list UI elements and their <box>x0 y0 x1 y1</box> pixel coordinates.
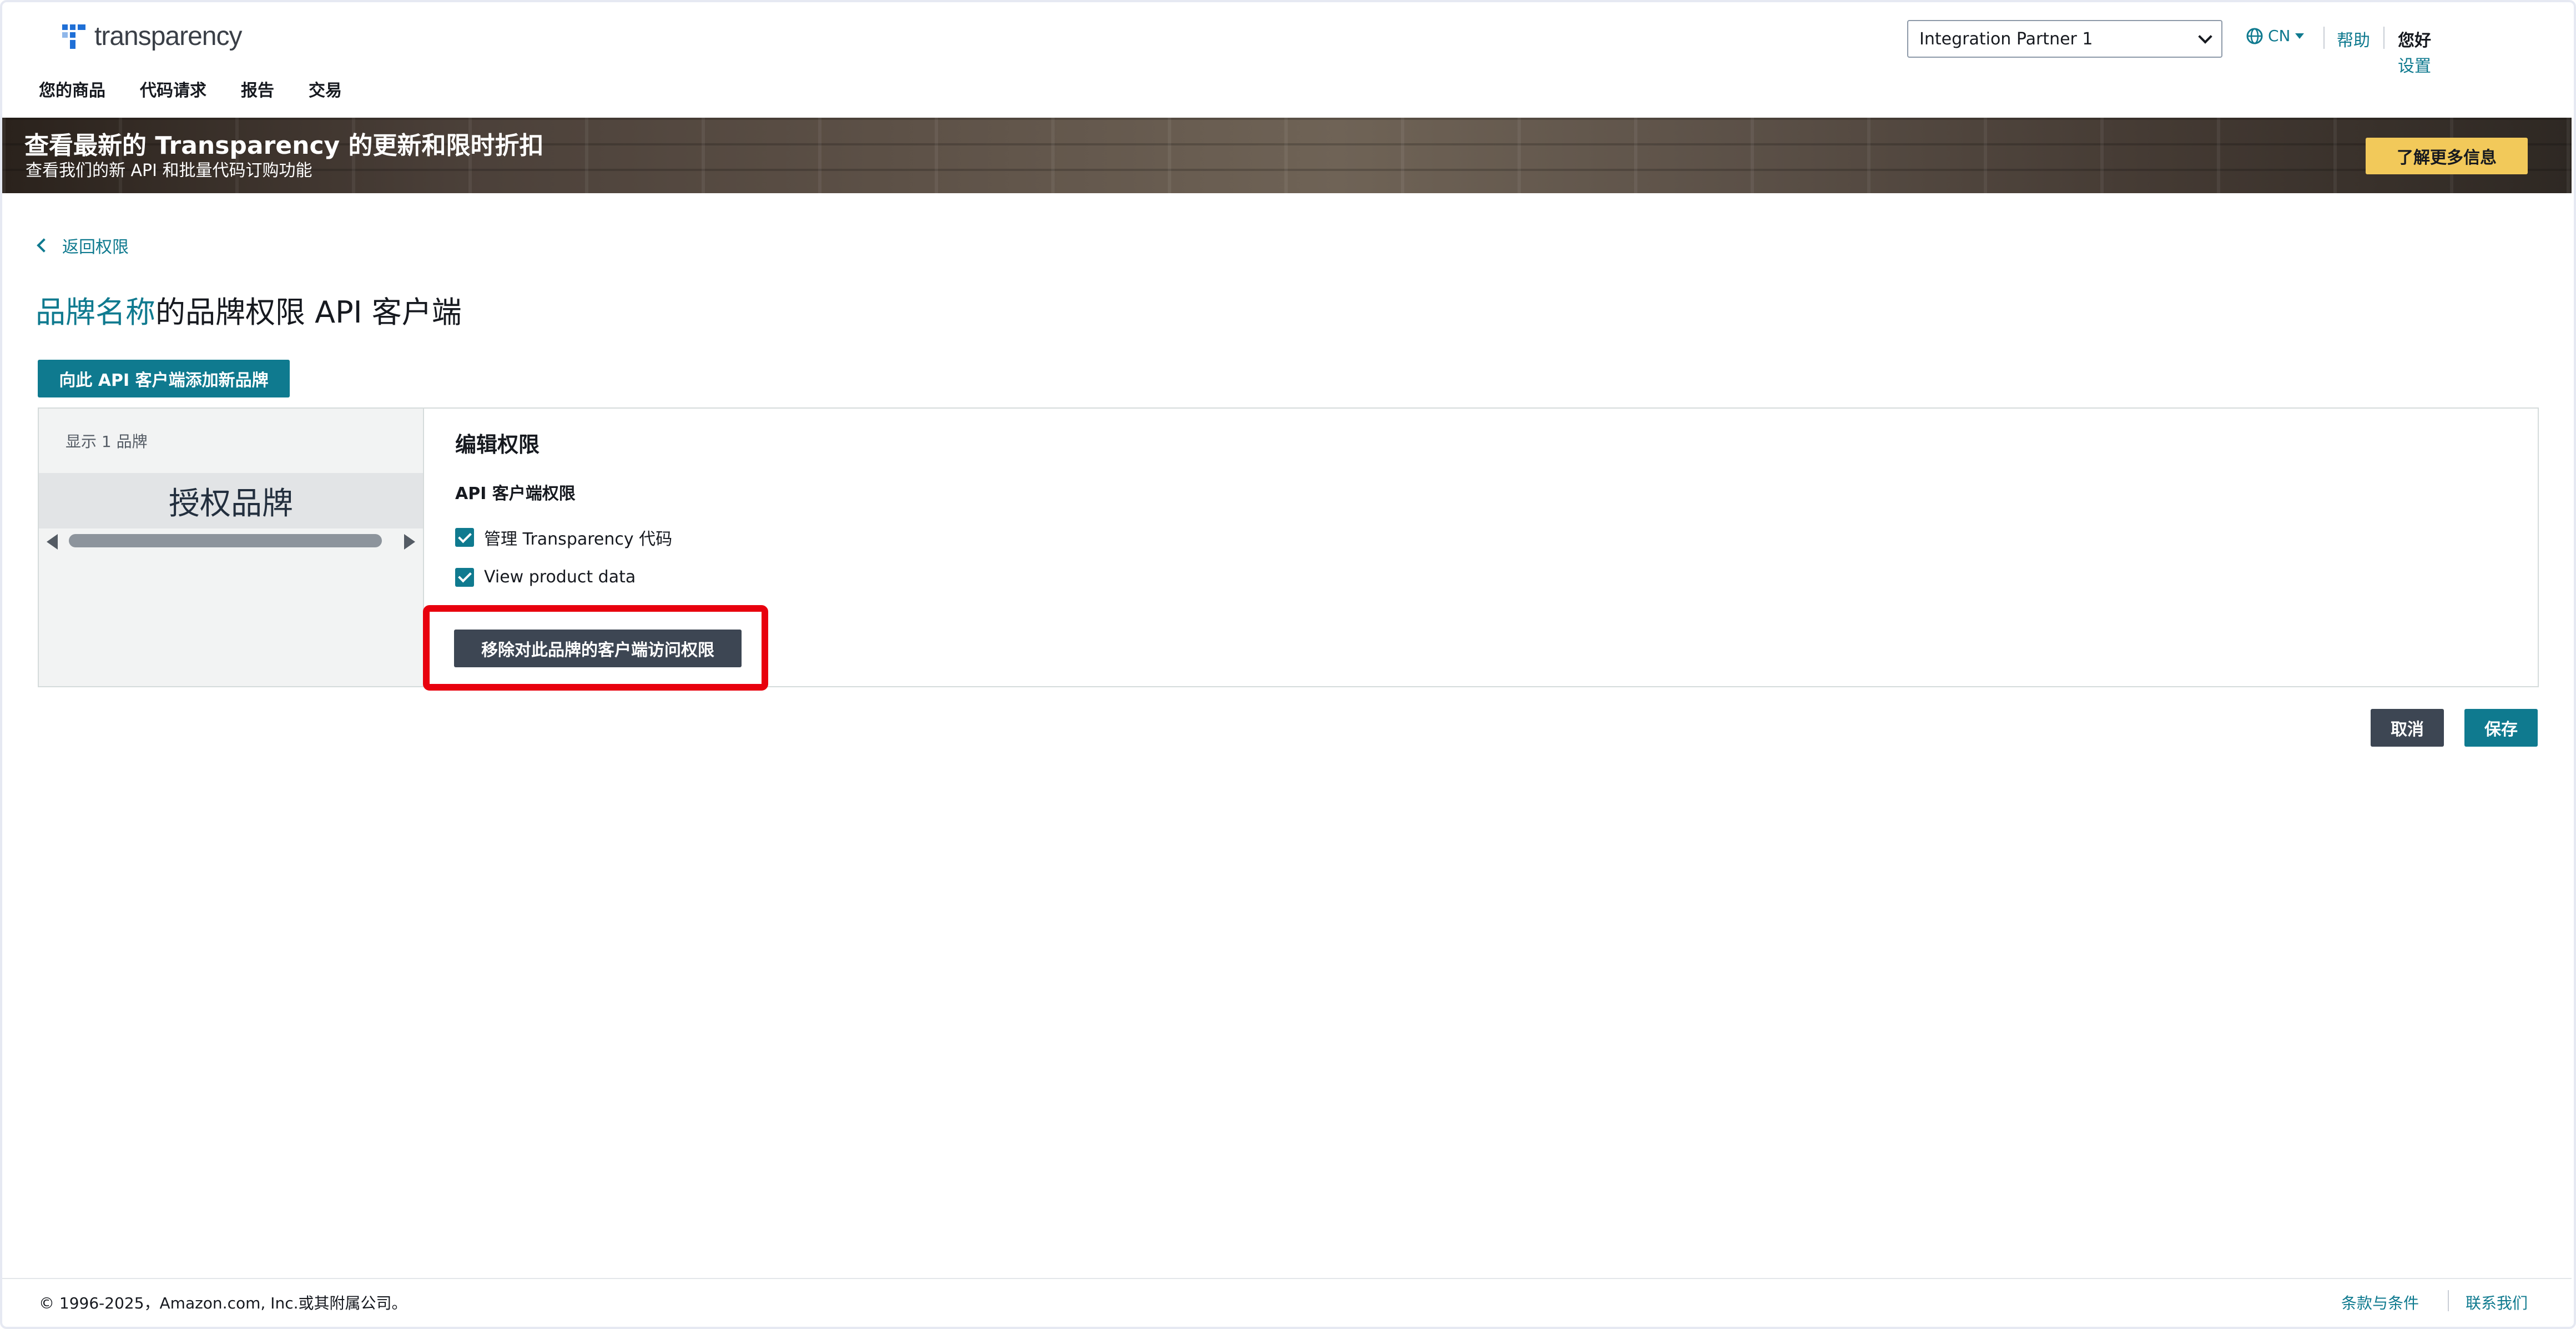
partner-select[interactable]: Integration Partner 1 <box>1907 20 2222 58</box>
copyright: © 1996-2025，Amazon.com, Inc.或其附属公司。 <box>39 1294 407 1312</box>
add-brand-button[interactable]: 向此 API 客户端添加新品牌 <box>38 360 290 397</box>
page-title-rest: 的品牌权限 API 客户端 <box>155 295 462 330</box>
footer-divider <box>2 1278 2572 1279</box>
footer-separator <box>2448 1290 2449 1311</box>
banner-title: 查看最新的 Transparency 的更新和限时折扣 <box>24 132 544 160</box>
brand-permissions-panel: 显示 1 品牌 授权品牌 编辑权限 API 客户端权限 管理 Transpare… <box>38 407 2539 691</box>
checkmark-icon <box>457 568 472 583</box>
api-client-permissions-heading: API 客户端权限 <box>455 484 576 504</box>
scroll-right-icon[interactable] <box>404 534 415 550</box>
cancel-button[interactable]: 取消 <box>2371 709 2444 747</box>
permission-manage-codes[interactable]: 管理 Transparency 代码 <box>455 525 672 550</box>
checkmark-icon <box>457 529 472 543</box>
page-title: 品牌名称的品牌权限 API 客户端 <box>36 288 462 331</box>
help-link[interactable]: 帮助 <box>2337 27 2370 51</box>
permission-view-product-data[interactable]: View product data <box>455 567 636 587</box>
globe-icon <box>2246 28 2263 44</box>
horizontal-scrollbar[interactable] <box>39 528 423 552</box>
back-to-permissions-link[interactable]: 返回权限 <box>37 233 129 258</box>
nav-code-requests[interactable]: 代码请求 <box>140 77 206 101</box>
language-selector[interactable]: CN <box>2246 27 2304 45</box>
promo-banner: 查看最新的 Transparency 的更新和限时折扣 查看我们的新 API 和… <box>2 118 2572 193</box>
scroll-thumb[interactable] <box>69 534 382 547</box>
learn-more-button[interactable]: 了解更多信息 <box>2366 138 2528 174</box>
top-nav: 您的商品 代码请求 报告 交易 <box>39 77 342 101</box>
brand-count: 显示 1 品牌 <box>65 432 148 451</box>
checkbox-checked[interactable] <box>455 567 474 587</box>
banner-subtitle: 查看我们的新 API 和批量代码订购功能 <box>26 161 312 180</box>
chevron-left-icon <box>37 238 51 253</box>
transparency-logo-icon <box>62 24 85 49</box>
nav-transactions[interactable]: 交易 <box>309 77 342 101</box>
header-divider <box>2323 27 2325 49</box>
contact-link[interactable]: 联系我们 <box>2466 1291 2528 1313</box>
terms-link[interactable]: 条款与条件 <box>2341 1291 2419 1313</box>
permission-label: 管理 Transparency 代码 <box>484 530 673 549</box>
transparency-logo[interactable]: transparency <box>60 21 242 52</box>
brand-list: 显示 1 品牌 授权品牌 <box>39 409 424 686</box>
partner-select-value: Integration Partner 1 <box>1919 29 2093 49</box>
language-label: CN <box>2268 27 2291 45</box>
scroll-left-icon[interactable] <box>47 534 58 550</box>
logo-text: transparency <box>94 22 242 51</box>
permission-label: View product data <box>484 567 636 587</box>
checkbox-checked[interactable] <box>455 528 474 547</box>
nav-your-products[interactable]: 您的商品 <box>39 77 105 101</box>
save-button[interactable]: 保存 <box>2464 709 2538 747</box>
chevron-down-icon <box>2198 29 2212 44</box>
nav-reports[interactable]: 报告 <box>241 77 274 101</box>
settings-link[interactable]: 设置 <box>2398 52 2431 77</box>
edit-permissions-title: 编辑权限 <box>455 432 540 457</box>
brand-name-link[interactable]: 品牌名称 <box>36 295 155 330</box>
greeting: 您好 <box>2398 31 2431 51</box>
caret-down-icon <box>2295 33 2304 39</box>
back-link-label: 返回权限 <box>62 238 129 257</box>
remove-brand-access-button[interactable]: 移除对此品牌的客户端访问权限 <box>454 630 742 667</box>
authorized-brand-item[interactable]: 授权品牌 <box>39 473 423 528</box>
header-divider <box>2383 27 2385 49</box>
